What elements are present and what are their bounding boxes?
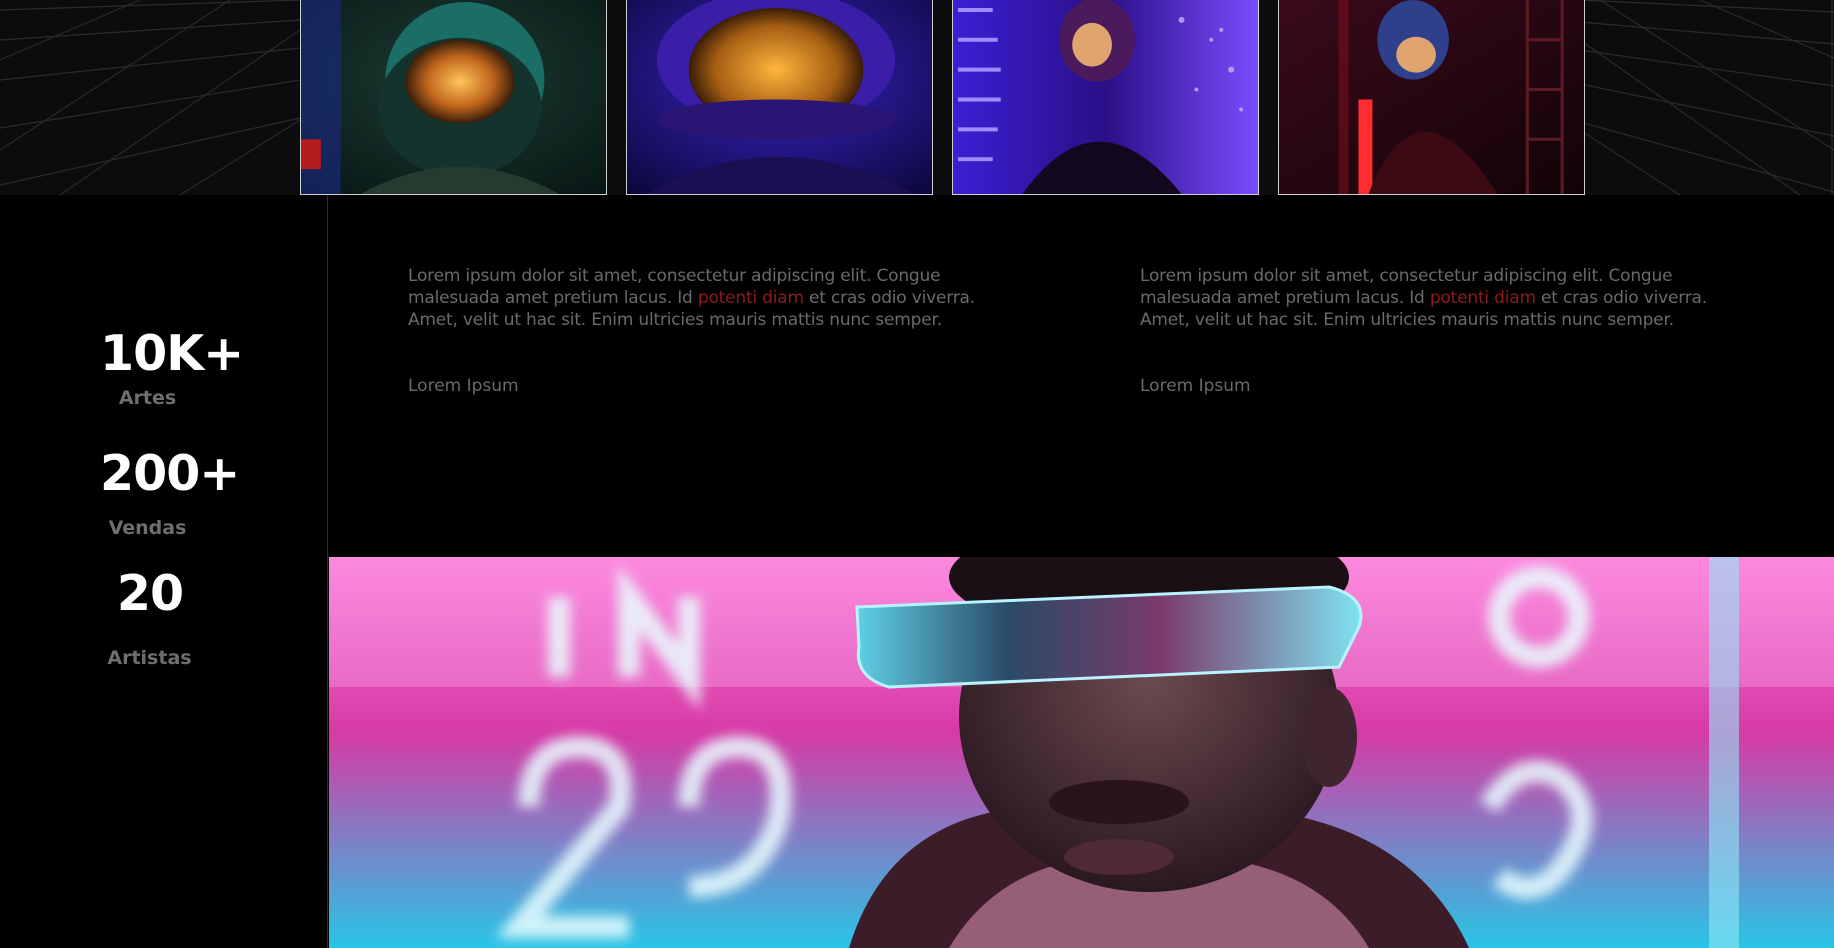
gallery-image-2[interactable]: [626, 0, 933, 195]
accent-link[interactable]: potenti diam: [698, 288, 804, 308]
column-byline: Lorem Ipsum: [1140, 376, 1251, 396]
hero-image: [329, 557, 1834, 948]
text-column-2: Lorem ipsum dolor sit amet, consectetur …: [1140, 265, 1740, 396]
gallery-image-1[interactable]: [300, 0, 607, 195]
text-column-1: Lorem ipsum dolor sit amet, consectetur …: [408, 265, 1008, 396]
stat-value-artes: 10K+: [100, 325, 244, 382]
column-paragraph: Lorem ipsum dolor sit amet, consectetur …: [1140, 265, 1740, 331]
stat-label-artistas: Artistas: [107, 647, 192, 669]
gallery-image-3[interactable]: [952, 0, 1259, 195]
column-paragraph: Lorem ipsum dolor sit amet, consectetur …: [408, 265, 1008, 331]
gallery: [300, 0, 1585, 195]
stat-label-artes: Artes: [118, 387, 177, 409]
stats-panel: 10K+ Artes 200+ Vendas 20 Artistas: [0, 195, 328, 948]
accent-link[interactable]: potenti diam: [1430, 288, 1536, 308]
stat-value-vendas: 200+: [100, 445, 240, 502]
content-section: Lorem ipsum dolor sit amet, consectetur …: [329, 195, 1834, 557]
gallery-image-4[interactable]: [1278, 0, 1585, 195]
stat-value-artistas: 20: [116, 565, 184, 622]
top-gallery-strip: [0, 0, 1834, 195]
column-byline: Lorem Ipsum: [408, 376, 519, 396]
stat-label-vendas: Vendas: [108, 517, 187, 539]
